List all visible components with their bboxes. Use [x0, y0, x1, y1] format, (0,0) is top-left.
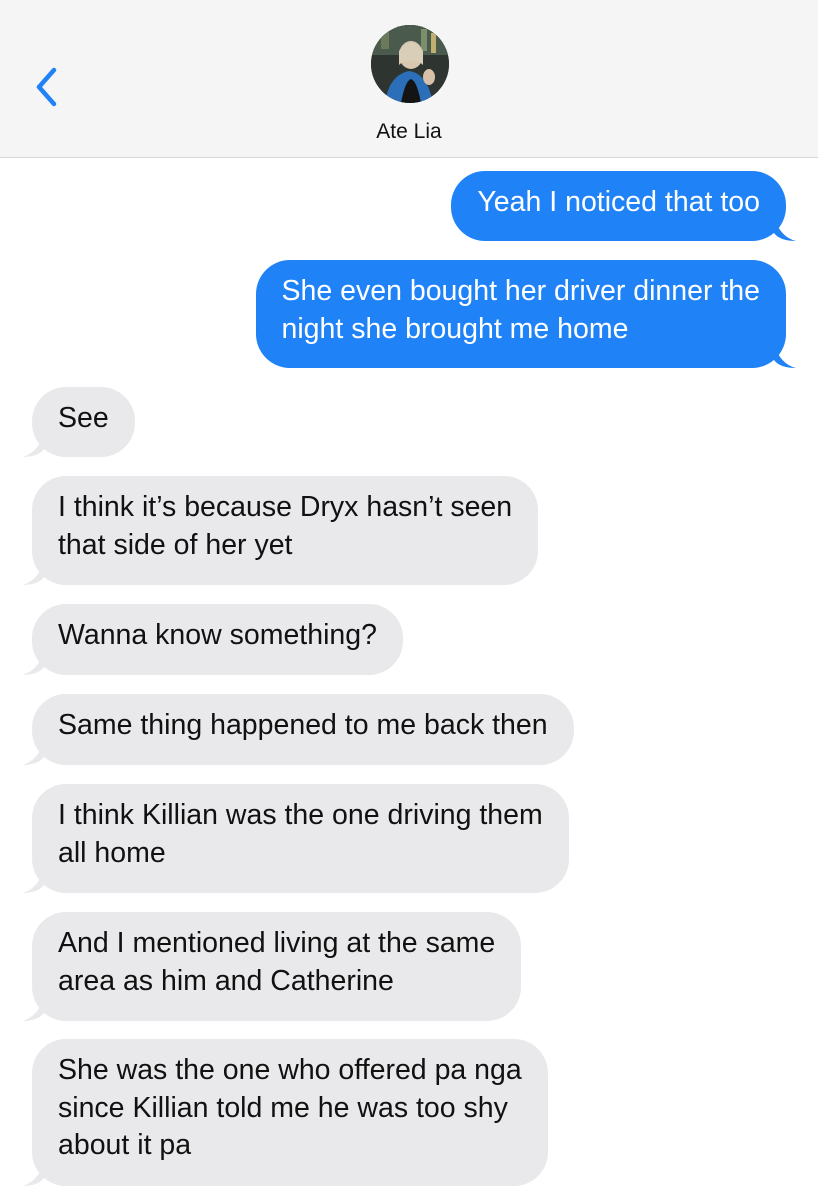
message-text: that side of her yet — [58, 528, 293, 561]
message-bubble-sent[interactable]: She even bought her driver dinner the ni… — [255, 260, 796, 368]
message-text: since Killian told me he was too shy — [58, 1091, 508, 1124]
message-text: Yeah I noticed that too — [477, 186, 760, 218]
message-text: Wanna know something? — [58, 619, 377, 651]
bubble-tail — [22, 997, 44, 1021]
message-bubble-received[interactable]: I think Killian was the one driving them… — [22, 784, 569, 893]
message-bubble-received[interactable]: She was the one who offered pa nga since… — [22, 1039, 548, 1186]
message-bubble-received[interactable]: Wanna know something? — [22, 604, 403, 675]
message-thread: Yeah I noticed that too She even bought … — [0, 158, 818, 1200]
bubble-tail — [22, 433, 44, 457]
message-text: all home — [58, 836, 166, 869]
message-bubble-sent[interactable]: Yeah I noticed that too — [451, 171, 796, 241]
message-text: night she brought me home — [281, 312, 629, 345]
message-bubble-received[interactable]: I think it’s because Dryx hasn’t seen th… — [22, 476, 539, 585]
message-text: about it pa — [58, 1129, 192, 1161]
back-button[interactable] — [30, 64, 66, 110]
message-text: Same thing happened to me back then — [58, 709, 548, 741]
message-bubble-received[interactable]: Same thing happened to me back then — [22, 694, 574, 765]
message-text: She even bought her driver dinner the — [281, 275, 761, 307]
chevron-left-icon — [36, 67, 57, 107]
message-text: See — [58, 402, 109, 434]
message-text: I think Killian was the one driving them — [58, 799, 543, 831]
avatar-photo — [371, 25, 449, 103]
message-bubble-received[interactable]: See — [22, 387, 135, 457]
message-text: area as him and Catherine — [58, 964, 394, 997]
bubble-tail — [22, 869, 44, 893]
bubble-tail — [22, 741, 44, 765]
conversation-header: Ate Lia — [0, 0, 818, 158]
bubble-tail — [774, 217, 796, 241]
bubble-tail — [774, 344, 796, 368]
message-text: She was the one who offered pa nga — [58, 1054, 522, 1086]
contact-name[interactable]: Ate Lia — [0, 120, 818, 144]
avatar[interactable] — [371, 25, 449, 103]
bubble-tail — [22, 561, 44, 585]
bubble-tail — [22, 1162, 44, 1186]
message-bubble-received[interactable]: And I mentioned living at the same area … — [22, 912, 522, 1021]
bubble-tail — [22, 651, 44, 675]
message-text: And I mentioned living at the same — [58, 927, 496, 959]
message-text: I think it’s because Dryx hasn’t seen — [58, 491, 513, 523]
